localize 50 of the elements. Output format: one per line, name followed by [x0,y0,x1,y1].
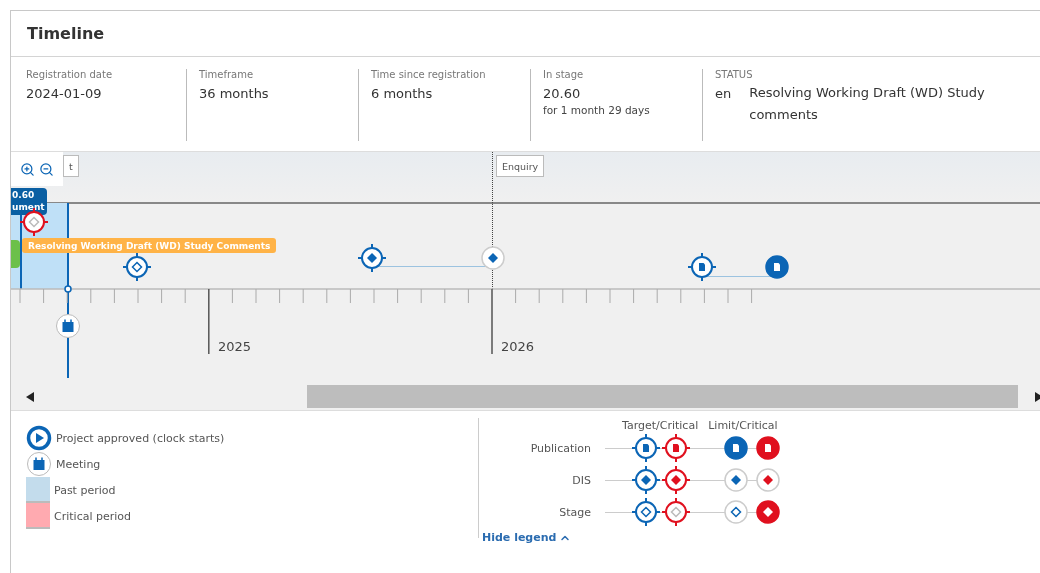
hide-legend-link[interactable]: Hide legend [482,531,572,544]
document-target-icon [631,433,661,463]
legend-label: Critical period [54,509,131,523]
badge-text: 0.60 [12,189,36,201]
field-value: 2024-01-09 [26,86,103,101]
caret-left-icon [26,391,34,402]
legend-label: Past period [54,483,116,497]
field-label: Timeframe [199,69,255,80]
document-limit-icon [723,435,749,461]
diamond-limit-icon [755,499,781,525]
language-code: en [715,86,732,103]
field-label: Time since registration [371,69,487,80]
date-handle-icon[interactable] [64,285,72,293]
legend-label: Project approved (clock starts) [56,431,225,445]
critical-swatch [26,503,50,529]
stage-label: t [63,155,79,177]
document-limit-icon [755,435,781,461]
column-heading: Limit/Critical [708,419,778,432]
field-value: 36 months [199,86,270,101]
diamond-target-icon [631,497,661,527]
stage-tag: Resolving Working Draft (WD) Study Comments [22,238,277,253]
zoom-in-button[interactable] [20,161,35,177]
legend-label: Publication [529,441,591,455]
field-label: In stage [543,69,585,80]
zoom-out-button[interactable] [39,161,54,177]
diamond-target-icon [661,465,691,495]
document-target-icon [661,433,691,463]
legend-label: DIS [571,473,591,487]
diamond-target-icon [661,497,691,527]
field-label: STATUS [715,69,754,80]
stage-label: Enquiry [496,155,545,177]
diamond-target-icon [631,465,661,495]
field-value: 6 months [371,86,434,101]
past-swatch [26,477,50,503]
year-label: 2025 [218,339,252,354]
legend-label: Stage [558,505,591,519]
year-label: 2026 [501,339,535,354]
badge-text: ument [12,201,46,213]
stage-tag [11,240,20,268]
scrollbar-thumb[interactable] [307,385,1018,408]
field-value: 20.60 [543,86,582,101]
status-value: Resolving Working Draft (WD) Study comments [749,84,986,124]
column-heading: Target/Critical [622,419,699,432]
play-icon [26,425,52,451]
field-label: Registration date [26,69,114,80]
legend-label: Meeting [56,457,101,471]
field-note: for 1 month 29 days [543,104,651,116]
panel-title: Timeline [27,24,105,43]
calendar-icon [55,313,81,339]
calendar-icon [26,451,52,477]
